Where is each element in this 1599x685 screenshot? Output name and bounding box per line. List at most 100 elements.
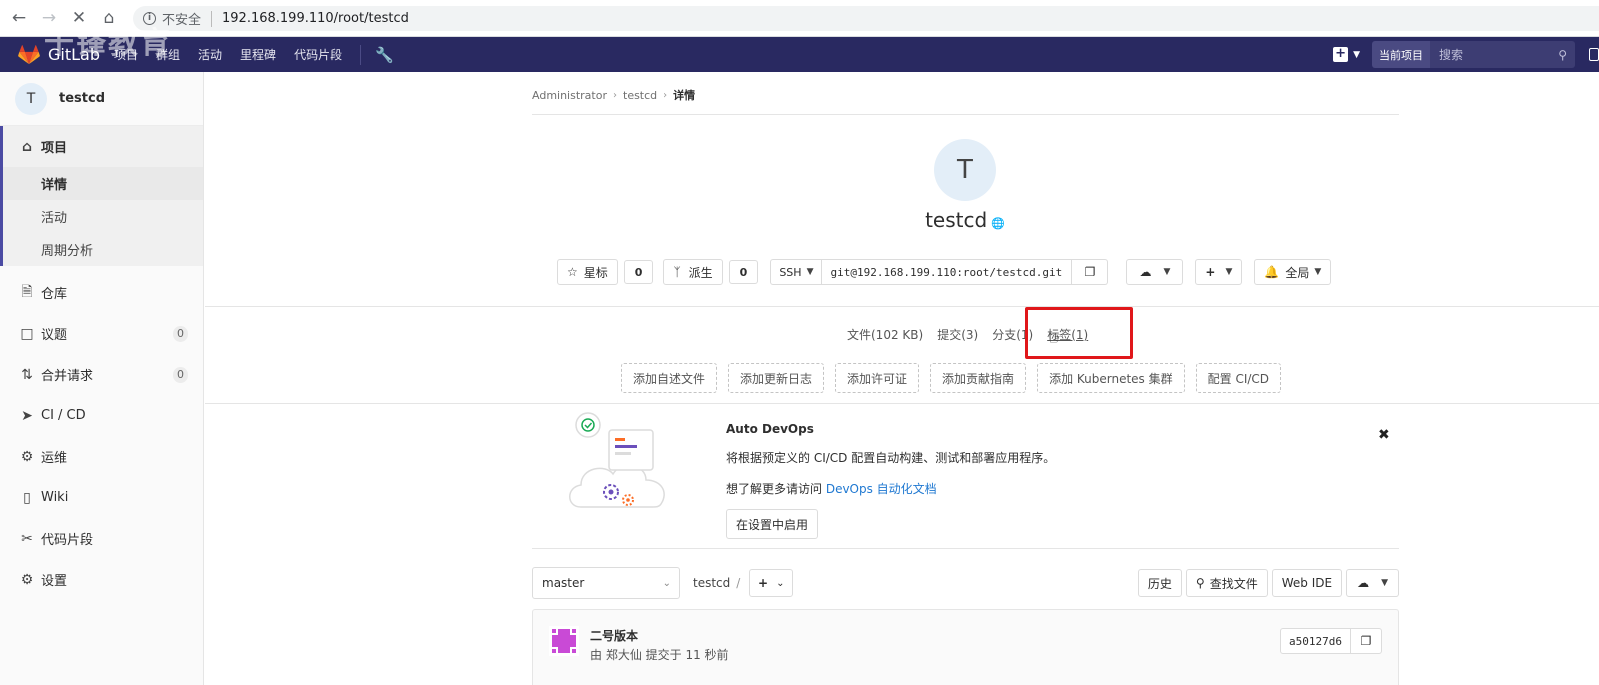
download-icon: ☁ xyxy=(1139,265,1152,279)
close-icon[interactable]: ✖ xyxy=(1378,427,1390,443)
fork-button[interactable]: ᛉ 派生 xyxy=(663,259,723,285)
fork-count[interactable]: 0 xyxy=(728,260,759,284)
notification-label: 全局 xyxy=(1285,265,1310,280)
gitlab-brand[interactable]: GitLab xyxy=(48,45,100,64)
add-dropdown[interactable]: + ▼ xyxy=(1195,259,1243,285)
gitlab-logo-icon[interactable] xyxy=(18,44,40,65)
breadcrumb-item-current[interactable]: 详情 xyxy=(673,87,695,103)
add-contributing-button[interactable]: 添加贡献指南 xyxy=(930,363,1027,393)
commit-title[interactable]: 二号版本 xyxy=(590,627,638,644)
sidebar-item-repository[interactable]: 🗎 仓库 xyxy=(0,272,203,313)
sidebar-item-snippets[interactable]: ✂ 代码片段 xyxy=(0,518,203,559)
nav-milestones[interactable]: 里程碑 xyxy=(240,46,276,63)
search-scope[interactable]: 当前项目 xyxy=(1372,41,1430,68)
copy-url-button[interactable]: ❐ xyxy=(1072,259,1109,285)
star-label: 星标 xyxy=(583,265,608,280)
breadcrumb-divider xyxy=(532,114,1399,115)
notification-dropdown[interactable]: 🔔 全局 ▼ xyxy=(1254,259,1332,285)
url-text[interactable]: 192.168.199.110/root/testcd xyxy=(222,11,409,26)
hand-cursor-icon: ☞ xyxy=(1048,328,1065,349)
new-dropdown-button[interactable]: + ▼ xyxy=(1333,47,1360,62)
download-dropdown[interactable]: ☁ ▼ xyxy=(1346,569,1399,597)
project-sidebar: T testcd ⌂ 项目 详情 活动 周期分析 🗎 仓库 □ 议题 0 ⇅ 合… xyxy=(0,72,204,685)
copy-sha-button[interactable]: ❐ xyxy=(1350,628,1382,654)
history-button[interactable]: 历史 xyxy=(1137,569,1182,597)
forward-arrow-icon[interactable]: → xyxy=(38,7,60,29)
sidebar-item-merge-requests[interactable]: ⇅ 合并请求 0 xyxy=(0,354,203,395)
find-file-button[interactable]: ⚲ 查找文件 xyxy=(1185,569,1268,597)
enable-devops-button[interactable]: 在设置中启用 xyxy=(726,509,819,539)
user-menu-icon[interactable] xyxy=(1589,48,1599,61)
stop-loading-icon[interactable]: ✕ xyxy=(68,7,90,29)
address-bar[interactable]: i 不安全 192.168.199.110/root/testcd xyxy=(133,6,1599,31)
add-license-button[interactable]: 添加许可证 xyxy=(835,363,920,393)
nav-groups[interactable]: 群组 xyxy=(156,46,180,63)
sidebar-item-label: 运维 xyxy=(41,451,68,466)
sidebar-item-label: Wiki xyxy=(41,490,69,505)
info-icon[interactable]: i xyxy=(143,12,156,25)
add-kubernetes-button[interactable]: 添加 Kubernetes 集群 xyxy=(1037,363,1185,393)
add-to-tree-dropdown[interactable]: + ⌄ xyxy=(749,569,794,597)
sidebar-sub-cycle-analytics[interactable]: 周期分析 xyxy=(3,233,203,266)
visibility-globe-icon: 🌐 xyxy=(991,217,1005,230)
add-changelog-button[interactable]: 添加更新日志 xyxy=(728,363,825,393)
devops-illustration xyxy=(569,412,665,508)
download-dropdown[interactable]: ☁ ▼ xyxy=(1126,259,1184,285)
tree-path-root[interactable]: testcd xyxy=(693,576,730,590)
devops-divider xyxy=(532,548,1399,549)
address-separator xyxy=(211,10,213,27)
sidebar-item-label: 合并请求 xyxy=(41,369,94,384)
commits-stat-link[interactable]: 提交(3) xyxy=(937,326,978,343)
back-arrow-icon[interactable]: ← xyxy=(8,7,30,29)
sidebar-sub-activity[interactable]: 活动 xyxy=(3,200,203,233)
wrench-icon[interactable]: 🔧 xyxy=(375,46,394,64)
clone-url-field[interactable]: git@192.168.199.110:root/testcd.git xyxy=(822,259,1073,285)
plus-icon: + xyxy=(1205,265,1216,279)
repository-icon: 🗎 xyxy=(21,283,33,300)
commit-author-avatar[interactable] xyxy=(549,626,579,656)
sidebar-sub-details[interactable]: 详情 xyxy=(3,167,203,200)
web-ide-button[interactable]: Web IDE xyxy=(1271,569,1343,597)
commit-sha[interactable]: a50127d6 xyxy=(1280,628,1351,654)
sidebar-project-header[interactable]: T testcd xyxy=(0,72,203,126)
branch-select[interactable]: master ⌄ xyxy=(532,567,680,599)
gear-icon: ⚙ xyxy=(20,571,34,588)
clone-protocol-dropdown[interactable]: SSH ▼ xyxy=(770,259,823,285)
sidebar-item-settings[interactable]: ⚙ 设置 xyxy=(0,559,203,600)
devops-description: 将根据预定义的 CI/CD 配置自动构建、测试和部署应用程序。 xyxy=(726,451,1056,465)
nav-projects[interactable]: 项目 xyxy=(114,46,138,63)
sidebar-item-label: 项目 xyxy=(41,141,68,156)
search-input[interactable]: 搜索 ⚲ xyxy=(1430,41,1575,68)
scissors-icon: ✂ xyxy=(21,530,33,547)
plus-icon: + xyxy=(1333,47,1349,62)
devops-docs-link[interactable]: DevOps 自动化文档 xyxy=(826,482,937,496)
sidebar-item-label: 代码片段 xyxy=(41,533,94,548)
nav-snippets[interactable]: 代码片段 xyxy=(294,46,342,63)
devops-learn-more: 想了解更多请访问 DevOps 自动化文档 xyxy=(726,480,937,497)
sidebar-project-name: testcd xyxy=(59,91,105,106)
breadcrumb-item-project[interactable]: testcd xyxy=(623,89,657,102)
sidebar-item-wiki[interactable]: ▯ Wiki xyxy=(0,477,203,518)
star-count[interactable]: 0 xyxy=(623,260,654,284)
merge-requests-count-badge: 0 xyxy=(173,366,188,383)
setup-ci-cd-button[interactable]: 配置 CI/CD xyxy=(1195,363,1282,393)
main-content: Administrator › testcd › 详情 T testcd 🌐 ☆ … xyxy=(205,72,1599,685)
home-icon[interactable]: ⌂ xyxy=(98,7,120,29)
tree-path: testcd / xyxy=(693,576,740,590)
sidebar-item-project[interactable]: ⌂ 项目 xyxy=(3,126,203,167)
sidebar-item-ci-cd[interactable]: ➤ CI / CD xyxy=(0,395,203,436)
book-icon: ▯ xyxy=(23,489,31,506)
sidebar-item-label: 议题 xyxy=(41,328,68,343)
files-stat-link[interactable]: 文件(102 KB) xyxy=(847,326,923,343)
sidebar-item-issues[interactable]: □ 议题 0 xyxy=(0,313,203,354)
clone-url-group: SSH ▼ git@192.168.199.110:root/testcd.gi… xyxy=(770,259,1109,285)
star-button[interactable]: ☆ 星标 xyxy=(557,259,618,285)
bell-icon: 🔔 xyxy=(1264,265,1280,279)
nav-activity[interactable]: 活动 xyxy=(198,46,222,63)
breadcrumb-item-admin[interactable]: Administrator xyxy=(532,89,607,102)
last-commit: 二号版本 由 郑大仙 提交于 11 秒前 a50127d6 ❐ xyxy=(532,609,1399,685)
add-readme-button[interactable]: 添加自述文件 xyxy=(621,363,718,393)
chevron-down-icon: ▼ xyxy=(806,267,814,277)
path-separator: / xyxy=(736,576,741,590)
sidebar-item-operations[interactable]: ⚙ 运维 xyxy=(0,436,203,477)
